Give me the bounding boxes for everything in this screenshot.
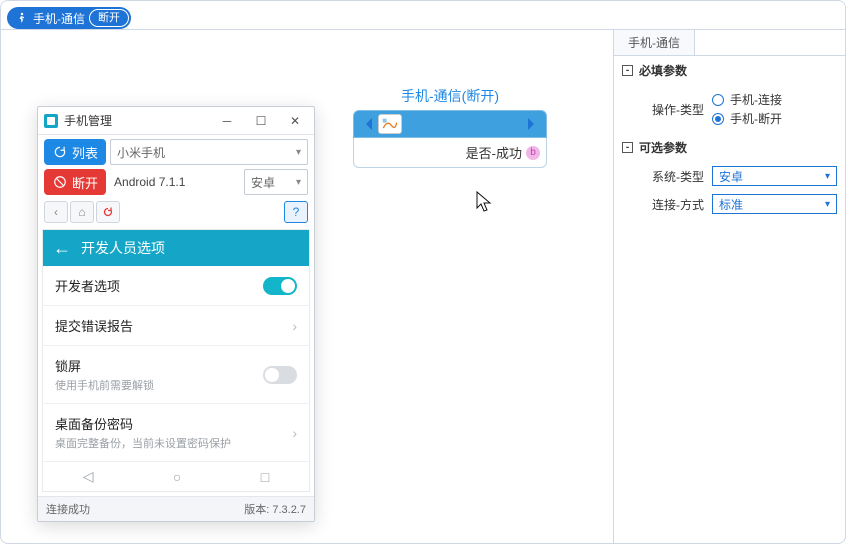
phone-navbar: ◁ ○ □ <box>43 461 309 491</box>
chevron-right-icon: › <box>292 425 297 441</box>
nav-back-button[interactable]: ‹ <box>44 201 68 223</box>
workflow-node-title: 手机-通信(断开) <box>353 86 547 106</box>
phone-list: 开发者选项 提交错误报告 › 锁屏 使用手机前需要解锁 <box>43 266 309 461</box>
node-icon <box>378 114 402 134</box>
chevron-down-icon: ▾ <box>825 199 830 210</box>
toggle-switch[interactable] <box>263 366 297 384</box>
nav-home-button[interactable]: ⌂ <box>70 201 94 223</box>
android-back-icon[interactable]: ◁ <box>83 468 94 485</box>
optional-params-header[interactable]: - 可选参数 <box>614 133 845 162</box>
cursor-icon <box>475 190 493 217</box>
disconnect-button[interactable]: 断开 <box>44 169 106 195</box>
workflow-step-tab-badge: 断开 <box>90 10 128 26</box>
android-recent-icon[interactable]: □ <box>261 469 269 485</box>
inspector-tab[interactable]: 手机-通信 <box>614 30 695 55</box>
chevron-right-icon: › <box>292 318 297 334</box>
chevron-down-icon: ▾ <box>296 177 301 188</box>
param-label: 系统-类型 <box>648 168 704 185</box>
app-icon <box>44 114 58 128</box>
list-item[interactable]: 锁屏 使用手机前需要解锁 <box>43 345 309 403</box>
radio-icon[interactable] <box>712 94 724 106</box>
workflow-node-header[interactable] <box>353 110 547 138</box>
list-item[interactable]: 开发者选项 <box>43 266 309 305</box>
close-button[interactable]: ✕ <box>278 109 312 133</box>
flow-out-port[interactable] <box>528 118 540 130</box>
inspector-panel: 手机-通信 - 必填参数 操作-类型 手机-连接 手机-断开 <box>613 30 845 543</box>
window-statusbar: 连接成功 版本: 7.3.2.7 <box>38 496 314 521</box>
flow-in-port[interactable] <box>360 118 372 130</box>
param-label: 连接-方式 <box>648 196 704 213</box>
minimize-button[interactable]: ─ <box>210 109 244 133</box>
list-button[interactable]: 列表 <box>44 139 106 165</box>
android-home-icon[interactable]: ○ <box>173 469 181 485</box>
device-select[interactable]: 小米手机 ▾ <box>110 139 308 165</box>
toggle-switch[interactable] <box>263 277 297 295</box>
workflow-step-tab-label: 手机-通信 <box>33 10 85 27</box>
required-params-header[interactable]: - 必填参数 <box>614 56 845 85</box>
window-title: 手机管理 <box>64 112 210 129</box>
forbid-icon <box>52 174 68 190</box>
chevron-down-icon: ▾ <box>825 171 830 182</box>
version-label: 版本: 7.3.2.7 <box>244 501 306 517</box>
platform-select-value: 安卓 <box>251 174 275 191</box>
platform-select[interactable]: 安卓 ▾ <box>244 169 308 195</box>
device-select-value: 小米手机 <box>117 144 165 161</box>
list-item[interactable]: 提交错误报告 › <box>43 305 309 345</box>
param-label: 操作-类型 <box>648 101 704 118</box>
radio-option-connect[interactable]: 手机-连接 <box>712 91 837 108</box>
window-titlebar[interactable]: 手机管理 ─ ☐ ✕ <box>38 107 314 135</box>
list-item[interactable]: 桌面备份密码 桌面完整备份，当前未设置密码保护 › <box>43 403 309 461</box>
phone-back-icon[interactable]: ← <box>53 238 71 259</box>
sys-type-select[interactable]: 安卓 ▾ <box>712 166 837 186</box>
radio-option-disconnect[interactable]: 手机-断开 <box>712 110 837 127</box>
refresh-icon <box>52 144 68 160</box>
android-version-label: Android 7.1.1 <box>110 175 240 189</box>
conn-mode-select[interactable]: 标准 ▾ <box>712 194 837 214</box>
workflow-node-body: 是否-成功 b <box>353 138 547 168</box>
phone-screen-header: ← 开发人员选项 <box>43 230 309 266</box>
workflow-node[interactable]: 手机-通信(断开) 是否-成功 b <box>353 86 547 168</box>
collapse-icon[interactable]: - <box>622 65 633 76</box>
workflow-canvas[interactable]: 手机-通信(断开) 是否-成功 b <box>1 30 613 543</box>
help-button[interactable]: ? <box>284 201 308 223</box>
maximize-button[interactable]: ☐ <box>244 109 278 133</box>
phone-screen-title: 开发人员选项 <box>81 238 165 258</box>
chevron-down-icon: ▾ <box>296 147 301 158</box>
node-output-label: 是否-成功 <box>466 143 522 162</box>
connection-status: 连接成功 <box>46 501 90 517</box>
param-row-sys-type: 系统-类型 安卓 ▾ <box>614 162 845 190</box>
collapse-icon[interactable]: - <box>622 142 633 153</box>
param-row-conn-mode: 连接-方式 标准 ▾ <box>614 190 845 218</box>
phone-screen[interactable]: ← 开发人员选项 开发者选项 提交错误报告 › <box>42 229 310 492</box>
walk-icon <box>15 11 29 25</box>
phone-manager-window[interactable]: 手机管理 ─ ☐ ✕ 列表 小米手机 <box>37 106 315 522</box>
param-row-op-type: 操作-类型 手机-连接 手机-断开 <box>614 85 845 133</box>
workflow-step-tab[interactable]: 手机-通信 断开 <box>7 7 131 29</box>
nav-refresh-button[interactable] <box>96 201 120 223</box>
node-output-pin[interactable]: b <box>526 146 540 160</box>
radio-icon[interactable] <box>712 113 724 125</box>
